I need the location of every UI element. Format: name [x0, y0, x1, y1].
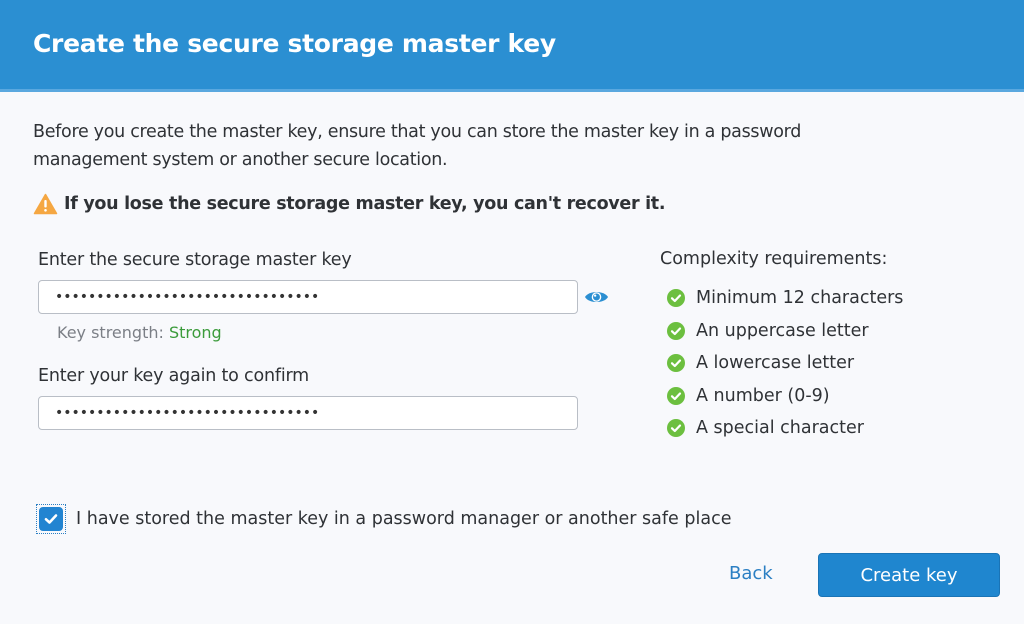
requirement-label: Minimum 12 characters: [696, 288, 904, 309]
key-strength-label: Key strength:: [57, 323, 164, 342]
intro-text: Before you create the master key, ensure…: [33, 122, 802, 170]
requirement-item: An uppercase letter: [667, 315, 903, 348]
requirement-label: A lowercase letter: [696, 353, 855, 374]
warning-message: If you lose the secure storage master ke…: [33, 193, 666, 215]
confirm-key-input[interactable]: ••••••••••••••••••••••••••••••••: [38, 396, 578, 430]
key-strength: Key strength: Strong: [57, 323, 222, 342]
check-circle-icon: [667, 386, 685, 405]
dialog-title: Create the secure storage master key: [33, 29, 556, 58]
checkbox-checked: [39, 507, 63, 531]
requirement-item: Minimum 12 characters: [667, 282, 903, 315]
eye-icon[interactable]: [584, 287, 609, 307]
dialog-header: Create the secure storage master key: [0, 0, 1024, 92]
requirement-item: A number (0-9): [667, 380, 903, 413]
requirement-label: A special character: [696, 418, 864, 439]
master-key-input[interactable]: ••••••••••••••••••••••••••••••••: [38, 280, 578, 314]
checkmark-icon: [44, 514, 58, 524]
check-circle-icon: [667, 321, 685, 340]
warning-text: If you lose the secure storage master ke…: [64, 194, 666, 214]
create-key-button[interactable]: Create key: [818, 553, 1000, 597]
stored-key-checkbox[interactable]: [36, 504, 66, 534]
key-strength-value: Strong: [168, 323, 222, 342]
requirement-item: A lowercase letter: [667, 347, 903, 380]
stored-key-confirmation: I have stored the master key in a passwo…: [36, 504, 731, 534]
confirm-key-label: Enter your key again to confirm: [38, 366, 310, 386]
master-key-label: Enter the secure storage master key: [38, 250, 352, 270]
back-button[interactable]: Back: [729, 563, 773, 584]
requirements-title: Complexity requirements:: [660, 249, 888, 269]
stored-key-label[interactable]: I have stored the master key in a passwo…: [76, 509, 731, 529]
requirement-label: A number (0-9): [696, 385, 830, 406]
requirements-list: Minimum 12 characters An uppercase lette…: [667, 282, 903, 445]
check-circle-icon: [667, 354, 685, 373]
requirement-label: An uppercase letter: [696, 320, 869, 341]
warning-triangle-icon: [33, 193, 58, 215]
check-circle-icon: [667, 419, 685, 438]
requirement-item: A special character: [667, 412, 903, 445]
check-circle-icon: [667, 289, 685, 308]
